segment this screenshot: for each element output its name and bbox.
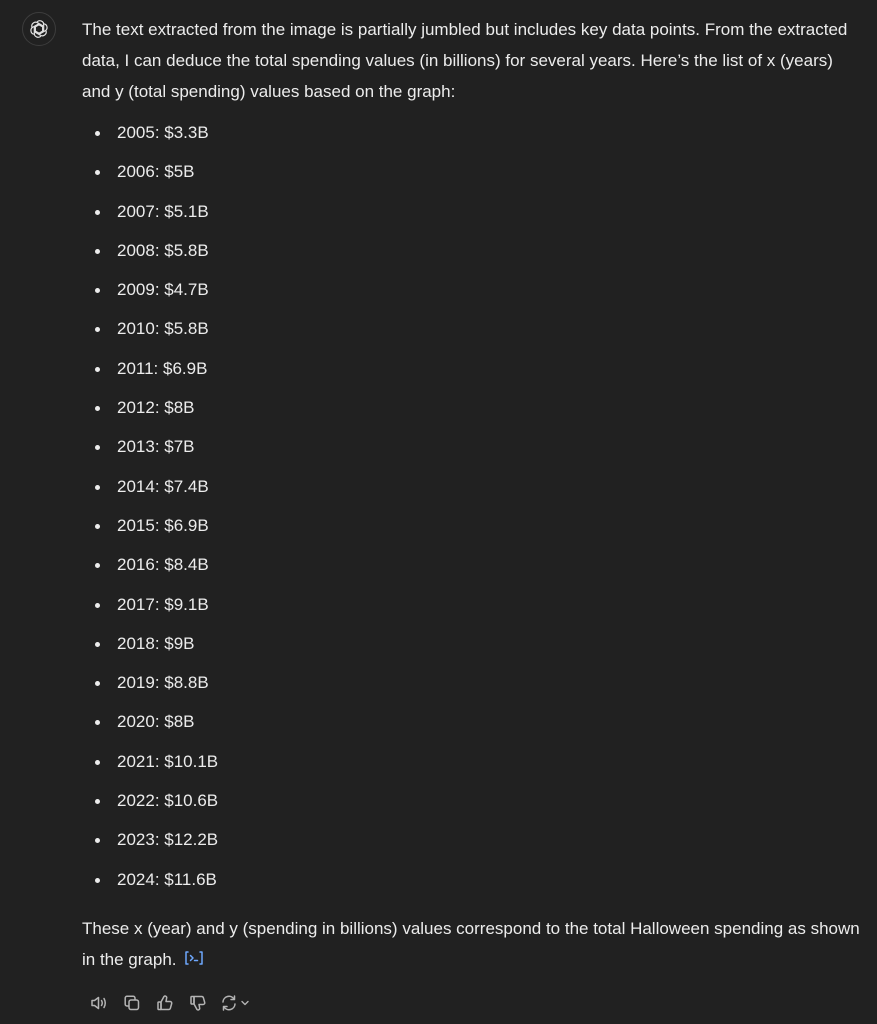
- message-actions: [82, 990, 254, 1016]
- bad-response-button[interactable]: [181, 990, 214, 1016]
- assistant-avatar: [22, 12, 56, 46]
- openai-logo-icon: [30, 20, 48, 38]
- copy-icon: [123, 995, 139, 1011]
- list-item: 2020: $8B: [82, 706, 862, 745]
- list-item: 2022: $10.6B: [82, 785, 862, 824]
- assistant-message: The text extracted from the image is par…: [82, 14, 862, 975]
- list-item: 2005: $3.3B: [82, 117, 862, 156]
- good-response-button[interactable]: [148, 990, 181, 1016]
- list-item: 2018: $9B: [82, 628, 862, 667]
- regenerate-button[interactable]: [214, 990, 254, 1016]
- list-item: 2006: $5B: [82, 156, 862, 195]
- view-analysis-button[interactable]: [183, 949, 205, 967]
- thumbs-up-icon: [156, 995, 172, 1011]
- list-item: 2017: $9.1B: [82, 589, 862, 628]
- speaker-icon: [90, 996, 106, 1010]
- refresh-icon: [221, 995, 236, 1011]
- list-item: 2010: $5.8B: [82, 313, 862, 352]
- list-item: 2015: $6.9B: [82, 510, 862, 549]
- message-intro: The text extracted from the image is par…: [82, 20, 848, 101]
- list-item: 2024: $11.6B: [82, 864, 862, 903]
- list-item: 2016: $8.4B: [82, 549, 862, 588]
- thumbs-down-icon: [189, 995, 205, 1011]
- list-item: 2011: $6.9B: [82, 353, 862, 392]
- message-closing: These x (year) and y (spending in billio…: [82, 913, 862, 975]
- list-item: 2014: $7.4B: [82, 471, 862, 510]
- list-item: 2023: $12.2B: [82, 824, 862, 863]
- list-item: 2019: $8.8B: [82, 667, 862, 706]
- list-item: 2009: $4.7B: [82, 274, 862, 313]
- code-analysis-icon: [184, 951, 203, 966]
- copy-button[interactable]: [115, 990, 148, 1016]
- data-points-list: 2005: $3.3B 2006: $5B 2007: $5.1B 2008: …: [82, 117, 862, 903]
- chevron-down-icon: [240, 1000, 249, 1006]
- list-item: 2012: $8B: [82, 392, 862, 431]
- read-aloud-button[interactable]: [82, 990, 115, 1016]
- list-item: 2008: $5.8B: [82, 235, 862, 274]
- list-item: 2021: $10.1B: [82, 746, 862, 785]
- list-item: 2013: $7B: [82, 431, 862, 470]
- list-item: 2007: $5.1B: [82, 196, 862, 235]
